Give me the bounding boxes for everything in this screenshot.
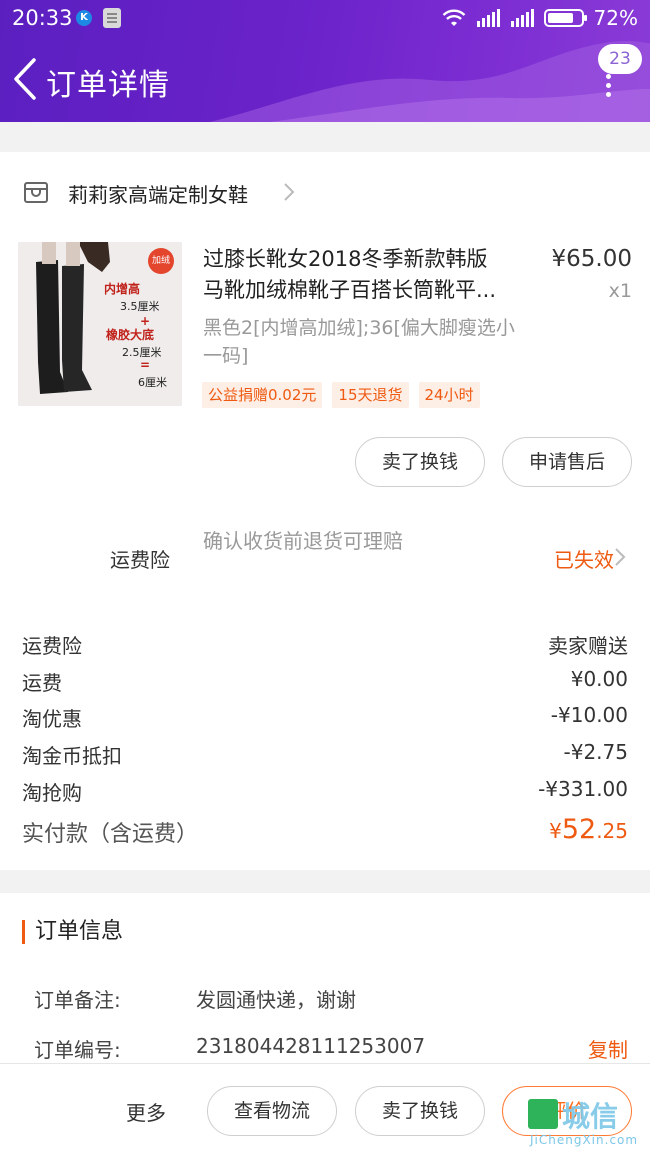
product-quantity: x1: [608, 280, 632, 302]
thumb-badge: 加绒: [148, 248, 174, 274]
product-price: ¥65.00: [551, 246, 632, 272]
battery-icon: [543, 9, 587, 27]
fee-row: 淘优惠 -¥10.00: [22, 703, 628, 733]
product-sku: 黑色2[内增高加绒];36[偏大脚瘦选小一码]: [203, 317, 515, 367]
service-tag: 公益捐赠0.02元: [202, 382, 323, 408]
nav-bar: 订单详情 23: [0, 44, 650, 114]
fee-row: 运费 ¥0.00: [22, 667, 628, 697]
watermark-text: 城信: [562, 1100, 619, 1133]
insurance-label: 运费险: [110, 548, 170, 572]
watermark: 城信 JiChengXin.com: [496, 1095, 646, 1151]
more-button[interactable]: 更多: [126, 1097, 166, 1126]
product-title-line-1: 过膝长靴女2018冬季新款韩版: [203, 247, 488, 271]
watermark-url: JiChengXin.com: [530, 1133, 639, 1147]
battery-percent: 72%: [593, 6, 638, 30]
order-number-value: 231804428111253007: [196, 1034, 426, 1058]
insurance-status[interactable]: 已失效: [554, 544, 614, 573]
fee-label: 运费: [22, 671, 62, 695]
view-logistics-button[interactable]: 查看物流: [207, 1086, 337, 1136]
total-amount: ¥52.25: [549, 814, 628, 845]
sell-for-cash-button[interactable]: 卖了换钱: [355, 437, 485, 487]
thumb-text: 6厘米: [138, 376, 167, 389]
signal-icon-2: [510, 9, 534, 27]
fee-row: 淘抢购 -¥331.00: [22, 777, 628, 807]
copy-button[interactable]: 复制: [588, 1034, 628, 1063]
fee-label: 淘优惠: [22, 707, 82, 731]
fee-value: -¥10.00: [550, 703, 628, 727]
thumb-text: 3.5厘米: [120, 300, 160, 313]
fee-label: 淘金币抵扣: [22, 744, 122, 768]
fee-row: 运费险 卖家赠送: [22, 630, 628, 660]
product-tags: 公益捐赠0.02元 15天退货 24小时: [202, 382, 480, 408]
signal-icon: [476, 9, 500, 27]
store-icon: [24, 182, 48, 203]
order-info-title: 订单信息: [22, 920, 123, 944]
total-label: 实付款（含运费）: [22, 822, 199, 847]
status-bar: 20:33 K 72%: [0, 0, 650, 36]
status-time: 20:33: [12, 6, 73, 30]
fee-label: 淘抢购: [22, 781, 82, 805]
fee-value: 卖家赠送: [548, 634, 628, 658]
order-number-row: 订单编号: 231804428111253007 复制: [34, 1034, 628, 1064]
total-integer: 52: [561, 814, 597, 845]
chevron-right-icon: [284, 183, 295, 201]
shop-name: 莉莉家高端定制女鞋: [68, 183, 248, 207]
thumb-text: =: [140, 358, 151, 372]
order-note-row: 订单备注: 发圆通快递，谢谢: [34, 984, 628, 1014]
fee-value: -¥331.00: [538, 777, 628, 801]
order-number-label: 订单编号:: [34, 1038, 121, 1062]
bottom-action-bar: 更多 查看物流 卖了换钱 评价 城信 JiChengXin.com: [0, 1063, 650, 1155]
fee-value: ¥0.00: [570, 667, 628, 691]
apply-aftersale-button[interactable]: 申请售后: [502, 437, 632, 487]
total-currency: ¥: [549, 819, 562, 843]
total-decimal: .25: [596, 819, 628, 843]
page-title: 订单详情: [46, 68, 170, 103]
order-note-label: 订单备注:: [34, 988, 121, 1012]
back-arrow-icon[interactable]: [8, 56, 44, 102]
k-app-icon: K: [76, 10, 92, 26]
insurance-description: 确认收货前退货可理赔: [203, 529, 403, 553]
fee-label: 运费险: [22, 634, 82, 658]
notes-app-icon: [103, 8, 121, 28]
more-menu-icon[interactable]: [604, 74, 612, 98]
wifi-icon: [442, 9, 465, 26]
sell-for-cash-bottom-button[interactable]: 卖了换钱: [355, 1086, 485, 1136]
fee-row: 淘金币抵扣 -¥2.75: [22, 740, 628, 770]
watermark-logo: [528, 1099, 558, 1129]
service-tag: 24小时: [418, 382, 480, 408]
chevron-right-icon[interactable]: [614, 547, 626, 567]
product-title[interactable]: 过膝长靴女2018冬季新款韩版 马靴加绒棉靴子百搭长筒靴平...: [203, 244, 533, 306]
product-image[interactable]: 加绒 内增高 3.5厘米 + 橡胶大底 2.5厘米 = 6厘米: [18, 242, 182, 406]
shop-row[interactable]: 莉莉家高端定制女鞋: [0, 172, 650, 212]
message-count-badge[interactable]: 23: [598, 44, 642, 74]
thumb-text: 橡胶大底: [106, 328, 155, 342]
thumb-text: 内增高: [104, 282, 141, 296]
order-note-value: 发圆通快递，谢谢: [196, 988, 356, 1012]
app-header: 20:33 K 72% 订单详情 23: [0, 0, 650, 122]
service-tag: 15天退货: [332, 382, 409, 408]
product-title-line-2: 马靴加绒棉靴子百搭长筒靴平...: [203, 278, 497, 302]
fee-value: -¥2.75: [563, 740, 628, 764]
